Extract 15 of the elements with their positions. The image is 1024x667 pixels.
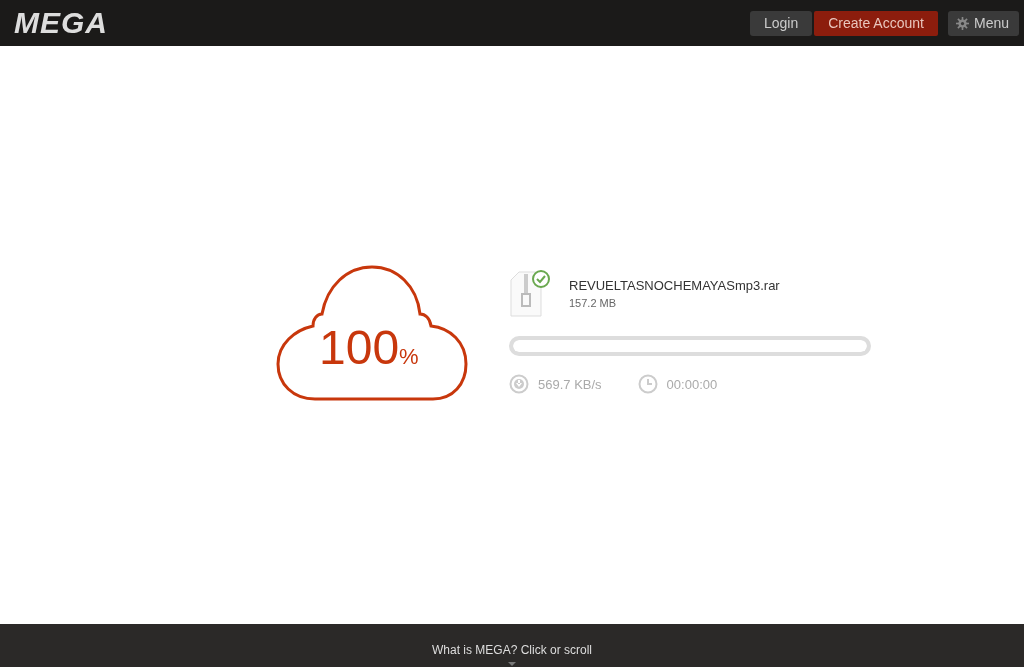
menu-button[interactable]: Menu [947,10,1019,36]
percent-text: 100 [319,324,400,372]
create-account-button[interactable]: Create Account [814,10,938,36]
caret-icon [508,662,516,666]
what-is-mega-link[interactable]: What is MEGA? Click or scroll [432,643,592,657]
login-button[interactable]: Login [749,10,813,36]
clock-icon [637,374,658,394]
file-size: 157.2 MB [569,297,618,309]
time-remaining: 00:00:00 [666,376,718,392]
percent-sign: % [399,344,419,370]
logo[interactable]: MEGA [14,6,108,40]
download-speed: 569.7 KB/s [538,376,602,392]
gear-icon [955,16,969,30]
download-icon [509,374,529,394]
file-name: REVUELTASNOCHEMAYASmp3.rar [569,278,780,293]
